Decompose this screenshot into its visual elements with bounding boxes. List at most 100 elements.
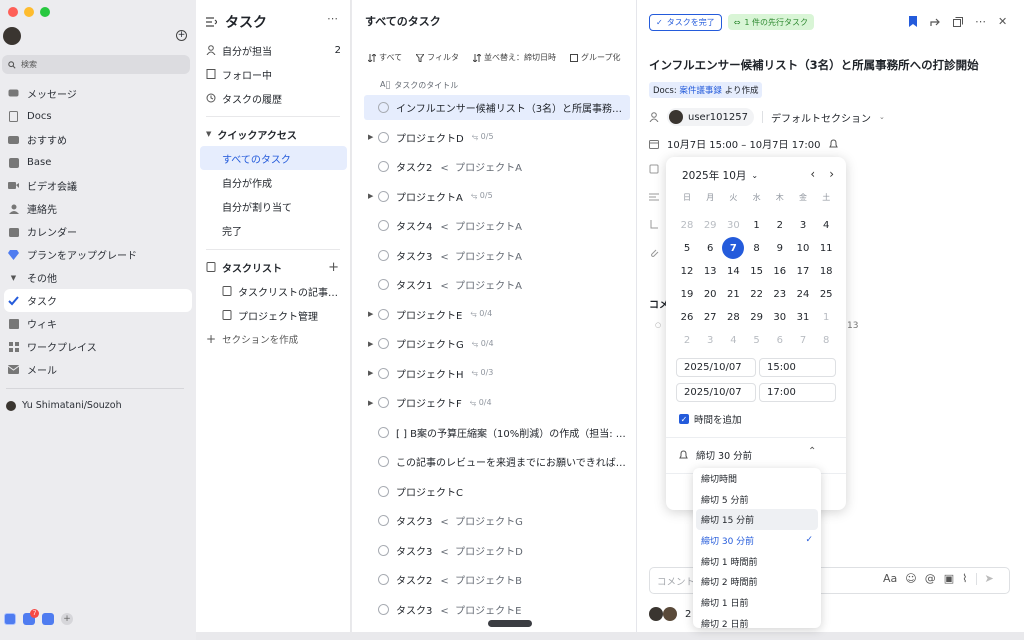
calendar-day[interactable]: 22 <box>746 283 768 305</box>
reminder-option[interactable]: 締切 5 分前 <box>693 489 821 510</box>
task-row[interactable]: タスク2 < プロジェクトA <box>368 154 630 179</box>
calendar-day[interactable]: 30 <box>722 214 744 236</box>
calendar-day[interactable]: 5 <box>676 237 698 259</box>
calendar-day[interactable]: 10 <box>792 237 814 259</box>
expand-arrow-icon[interactable]: ▶ <box>368 399 378 407</box>
reminder-option[interactable]: 締切 2 日前 <box>693 613 821 628</box>
due-date[interactable]: 10月7日 15:00 – 10月7日 17:00 <box>667 136 821 151</box>
emoji-icon[interactable]: ☺ <box>905 572 916 585</box>
nav-item-video[interactable]: ビデオ会議 <box>0 174 196 197</box>
reminder-option[interactable]: 締切 1 日前 <box>693 592 821 613</box>
nav-item-calendar[interactable]: カレンダー <box>0 220 196 243</box>
complete-checkbox[interactable] <box>378 485 389 497</box>
section-select[interactable]: デフォルトセクション <box>771 110 871 125</box>
task-row[interactable]: タスク4 < プロジェクトA <box>368 213 630 238</box>
task-nav-history[interactable]: タスクの履歴 <box>196 86 351 110</box>
quick-all-tasks[interactable]: すべてのタスク <box>200 146 347 170</box>
mention-icon[interactable]: @ <box>925 572 936 585</box>
task-nav-assigned[interactable]: 自分が担当 2 <box>196 38 351 62</box>
calendar-day[interactable]: 24 <box>792 283 814 305</box>
complete-checkbox[interactable] <box>378 308 389 320</box>
calendar-day[interactable]: 18 <box>815 260 837 282</box>
checkbox-checked-icon[interactable]: ✓ <box>679 414 689 424</box>
parent-task-link[interactable]: < プロジェクトA <box>440 159 522 174</box>
reminder-option[interactable]: 締切 30 分前 ✓ <box>693 530 821 551</box>
calendar-day[interactable]: 25 <box>815 283 837 305</box>
parent-task-link[interactable]: < プロジェクトD <box>440 543 522 558</box>
complete-checkbox[interactable] <box>378 102 389 113</box>
end-date-input[interactable]: 2025/10/07 <box>676 383 756 402</box>
calendar-day[interactable]: 5 <box>746 329 768 351</box>
task-row[interactable]: ▶ プロジェクトE ⥃ 0/4 <box>368 302 630 327</box>
start-date-input[interactable]: 2025/10/07 <box>676 358 756 377</box>
calendar-day[interactable]: 28 <box>676 214 698 236</box>
text-format-icon[interactable]: Aa <box>883 572 897 585</box>
quick-done[interactable]: 完了 <box>196 218 351 242</box>
calendar-day[interactable]: 16 <box>769 260 791 282</box>
attach-icon[interactable]: ⌇ <box>962 572 967 585</box>
calendar-day[interactable]: 1 <box>746 214 768 236</box>
complete-task-button[interactable]: ✓ タスクを完了 <box>649 14 722 31</box>
bookmark-icon[interactable] <box>908 16 918 27</box>
create-section-button[interactable]: + セクションを作成 <box>196 327 351 351</box>
complete-checkbox[interactable] <box>378 131 389 143</box>
reminder-option[interactable]: 締切 2 時間前 <box>693 571 821 592</box>
dock-workspace-3[interactable] <box>42 613 54 625</box>
nav-item-workplace[interactable]: ワークプレイス <box>0 335 196 358</box>
filter-all-button[interactable]: すべて <box>368 52 402 63</box>
complete-checkbox[interactable] <box>378 603 389 615</box>
complete-checkbox[interactable] <box>378 426 389 438</box>
calendar-day[interactable]: 4 <box>815 214 837 236</box>
month-select[interactable]: 2025年 10月 ⌄ <box>682 168 758 183</box>
calendar-day[interactable]: 21 <box>722 283 744 305</box>
calendar-day[interactable]: 2 <box>769 214 791 236</box>
group-button[interactable]: グループ化 <box>569 52 621 63</box>
complete-checkbox[interactable] <box>378 338 389 349</box>
parent-task-link[interactable]: < プロジェクトA <box>440 277 522 292</box>
close-window-button[interactable] <box>8 7 18 17</box>
tasklist-item[interactable]: タスクリストの記事… <box>196 279 351 303</box>
nav-item-messages[interactable]: メッセージ <box>0 82 196 105</box>
prev-month-icon[interactable]: ‹ <box>810 167 815 181</box>
selected-day[interactable]: 7 <box>722 237 745 259</box>
calendar-day[interactable]: 13 <box>699 260 721 282</box>
calendar-day[interactable]: 3 <box>699 329 721 351</box>
copy-icon[interactable] <box>953 16 963 27</box>
complete-checkbox[interactable] <box>378 515 389 526</box>
task-row[interactable]: タスク2 < プロジェクトB <box>368 567 630 592</box>
nav-item-upgrade[interactable]: プランをアップグレード <box>0 243 196 266</box>
task-title[interactable]: インフルエンサー候補リスト（3名）と所属事務所への打診開始 <box>649 57 979 73</box>
complete-checkbox[interactable] <box>378 161 389 172</box>
tasklist-header[interactable]: タスクリスト + <box>196 255 351 279</box>
parent-task-link[interactable]: < プロジェクトG <box>440 513 523 528</box>
task-nav-following[interactable]: フォロー中 <box>196 62 351 86</box>
calendar-day[interactable]: 4 <box>722 329 744 351</box>
search-input[interactable]: 検索 <box>2 55 190 74</box>
complete-checkbox[interactable] <box>378 367 389 379</box>
end-time-input[interactable]: 17:00 <box>759 383 836 402</box>
calendar-day[interactable]: 27 <box>699 306 721 328</box>
more-icon[interactable]: ⋯ <box>975 15 986 28</box>
workspace-switcher[interactable]: Yu Shimatani/Souzoh <box>6 400 122 411</box>
calendar-day[interactable]: 20 <box>699 283 721 305</box>
minimize-window-button[interactable] <box>24 7 34 17</box>
calendar-day[interactable]: 30 <box>769 306 791 328</box>
calendar-day[interactable]: 8 <box>815 329 837 351</box>
calendar-day[interactable]: 8 <box>746 237 768 259</box>
calendar-day[interactable]: 17 <box>792 260 814 282</box>
quick-created[interactable]: 自分が作成 <box>196 170 351 194</box>
nav-item-recommend[interactable]: おすすめ <box>0 128 196 151</box>
calendar-day[interactable]: 14 <box>722 260 744 282</box>
task-row[interactable]: タスク3 < プロジェクトA <box>368 243 630 268</box>
dock-workspace-2[interactable]: 7 <box>23 609 39 625</box>
calendar-day[interactable]: 6 <box>769 329 791 351</box>
nav-item-wiki[interactable]: ウィキ <box>0 312 196 335</box>
close-icon[interactable]: ✕ <box>998 15 1007 28</box>
send-icon[interactable]: ➤ <box>985 572 994 585</box>
nav-item-docs[interactable]: Docs <box>0 105 196 128</box>
expand-arrow-icon[interactable]: ▶ <box>368 369 378 377</box>
task-row[interactable]: [ ] B案の予算圧縮案（10%削減）の作成（担当: … <box>368 420 630 445</box>
expand-arrow-icon[interactable]: ▶ <box>368 340 378 348</box>
add-icon[interactable]: + <box>176 30 187 41</box>
task-row[interactable]: ▶ プロジェクトA ⥃ 0/5 <box>368 184 630 209</box>
